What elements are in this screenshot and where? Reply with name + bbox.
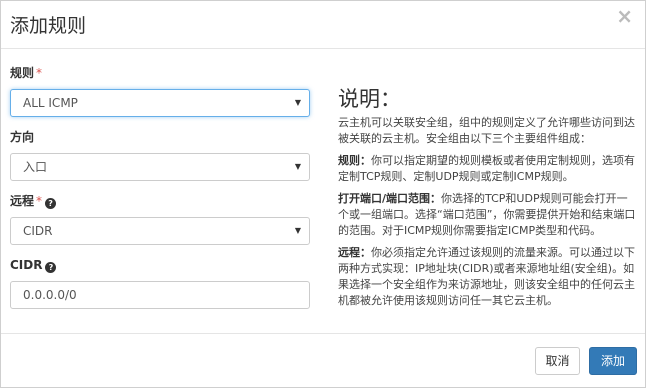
remote-select[interactable]: CIDR ▼ [10,217,310,245]
close-icon[interactable]: × [616,6,633,26]
remote-label: 远程 *? [10,193,310,209]
direction-select[interactable]: 入口 ▼ [10,153,310,181]
question-circle-icon[interactable]: ? [45,262,57,273]
direction-label: 方向 [10,130,35,144]
question-circle-icon[interactable]: ? [45,198,57,209]
description-intro: 云主机可以关联安全组，组中的规则定义了允许哪些访问到达被关联的云主机。安全组由以… [338,116,635,145]
required-mark: * [36,194,43,208]
description-remote: 远程：你必须指定允许通过该规则的流量来源。可以通过以下两种方式实现：IP地址块(… [338,246,635,307]
dialog-title: 添加规则 [10,15,87,37]
rule-label: 规则 * [10,66,43,80]
cidr-input[interactable]: 0.0.0.0/0 [10,281,310,309]
caret-down-icon: ▼ [294,226,301,235]
cancel-button[interactable]: 取消 [535,347,580,375]
rule-select-value: ALL ICMP [23,96,78,110]
add-rule-dialog: 添加规则 × 规则 * ALL ICMP ▼ 方向 入口 ▼ 远程 *? CIDR … [0,0,646,388]
rule-select[interactable]: ALL ICMP ▼ [10,89,310,117]
direction-select-value: 入口 [23,160,48,174]
description-panel: 说明： 云主机可以关联安全组，组中的规则定义了允许哪些访问到达被关联的云主机。安… [338,83,638,315]
description-rule: 规则：你可以指定期望的规则模板或者使用定制规则，选项有定制TCP规则、定制UDP… [338,154,635,183]
rule-form: 规则 * ALL ICMP ▼ 方向 入口 ▼ 远程 *? CIDR ▼ CIDR?… [10,65,310,309]
caret-down-icon: ▼ [294,162,301,171]
caret-down-icon: ▼ [294,98,301,107]
cidr-label: CIDR? [10,257,310,273]
description-port: 打开端口/端口范围：你选择的TCP和UDP规则可能会打开一个或一组端口。选择“端… [338,192,636,237]
dialog-footer: 取消 添加 [1,333,645,387]
dialog-header: 添加规则 × [1,1,645,49]
remote-select-value: CIDR [23,224,53,238]
description-title: 说明： [338,87,401,111]
required-mark: * [36,66,43,80]
cidr-input-value: 0.0.0.0/0 [23,288,77,302]
add-button[interactable]: 添加 [589,347,637,375]
